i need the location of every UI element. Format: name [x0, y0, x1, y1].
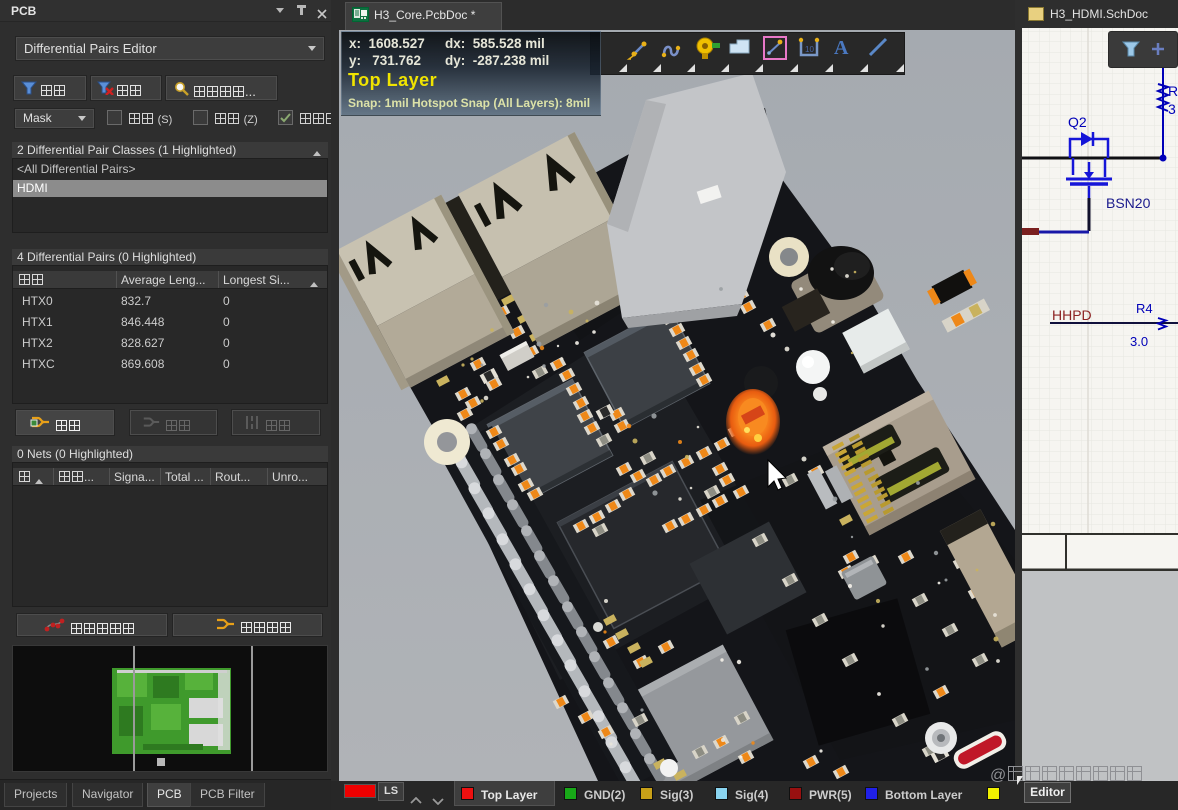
svg-text:10: 10 — [805, 45, 814, 54]
svg-text:3: 3 — [1168, 101, 1176, 117]
svg-text:3.0: 3.0 — [1130, 334, 1148, 349]
svg-text:BSN20: BSN20 — [1106, 195, 1151, 211]
svg-text:R4: R4 — [1136, 301, 1153, 316]
svg-text:R: R — [1168, 83, 1178, 99]
svg-text:HHPD: HHPD — [1052, 307, 1092, 323]
svg-text:Q2: Q2 — [1068, 114, 1087, 130]
svg-text:A: A — [834, 37, 849, 59]
